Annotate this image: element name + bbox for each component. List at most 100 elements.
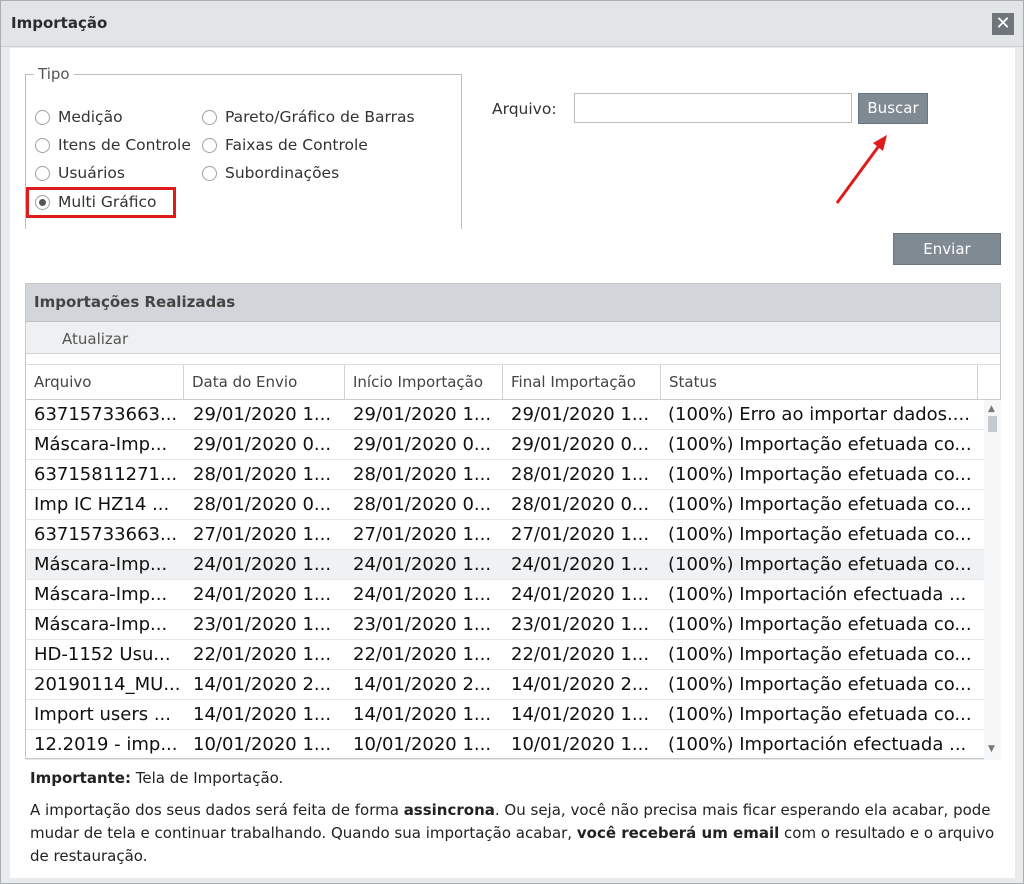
footer-info: Importante: Tela de Importação. A import… bbox=[30, 767, 1005, 868]
table-cell: 23/01/2020 1... bbox=[353, 614, 492, 635]
table-row[interactable]: 63715811271... 28/01/2020 1... 28/01/2020 … bbox=[26, 460, 984, 490]
col-status[interactable]: Status bbox=[661, 365, 978, 400]
table-cell: (100%) Importação efetuada co... bbox=[668, 434, 972, 455]
table-cell: 63715733663... bbox=[34, 404, 178, 425]
arquivo-input[interactable] bbox=[574, 93, 852, 123]
radio-faixas-controle[interactable]: Faixas de Controle bbox=[202, 136, 368, 154]
radio-icon bbox=[202, 109, 217, 125]
table-cell: 29/01/2020 0... bbox=[511, 434, 650, 455]
table-cell: 22/01/2020 1... bbox=[353, 644, 492, 665]
table-cell: 22/01/2020 1... bbox=[511, 644, 650, 665]
table-cell: 22/01/2020 1... bbox=[193, 644, 332, 665]
radio-label: Medição bbox=[58, 108, 123, 126]
radio-label: Itens de Controle bbox=[58, 136, 191, 154]
table-row[interactable]: 20190114_MU... 14/01/2020 2... 14/01/2020 … bbox=[26, 670, 984, 700]
table-cell: 14/01/2020 1... bbox=[193, 704, 332, 725]
arquivo-label: Arquivo: bbox=[492, 100, 557, 118]
col-arquivo[interactable]: Arquivo bbox=[26, 365, 184, 400]
explanation-bold: assincrona bbox=[403, 801, 495, 819]
table-cell: 23/01/2020 1... bbox=[193, 614, 332, 635]
important-note: Importante: Tela de Importação. bbox=[30, 767, 1005, 790]
table-cell: 10/01/2020 1... bbox=[353, 734, 492, 755]
table-cell: (100%) Importação efetuada co... bbox=[668, 674, 972, 695]
col-inicio-importacao[interactable]: Início Importação bbox=[345, 365, 503, 400]
table-cell: 63715811271... bbox=[34, 464, 178, 485]
radio-label: Usuários bbox=[58, 164, 125, 182]
table-cell: Máscara-Imp... bbox=[34, 554, 168, 575]
table-row[interactable]: Máscara-Imp... 29/01/2020 0... 29/01/2020 … bbox=[26, 430, 984, 460]
table-cell: Imp IC HZ14 ... bbox=[34, 494, 170, 515]
table-cell: 27/01/2020 1... bbox=[193, 524, 332, 545]
table-row[interactable]: Imp IC HZ14 ... 28/01/2020 0... 28/01/2020… bbox=[26, 490, 984, 520]
scroll-thumb[interactable] bbox=[988, 416, 997, 432]
table-cell: 24/01/2020 1... bbox=[511, 584, 650, 605]
table-cell: (100%) Importação efetuada co... bbox=[668, 494, 972, 515]
radio-usuarios[interactable]: Usuários bbox=[35, 164, 125, 182]
table-cell: 12.2019 - imp... bbox=[34, 734, 178, 755]
table-cell: 24/01/2020 1... bbox=[193, 584, 332, 605]
table-body: 63715733663... 29/01/2020 1... 29/01/2020 … bbox=[26, 400, 984, 760]
table-cell: 14/01/2020 1... bbox=[353, 704, 492, 725]
table-cell: (100%) Importação efetuada co... bbox=[668, 524, 972, 545]
note-text: Tela de Importação. bbox=[130, 769, 284, 787]
col-data-envio[interactable]: Data do Envio bbox=[184, 365, 345, 400]
selection-highlight bbox=[26, 187, 176, 218]
radio-label: Subordinações bbox=[225, 164, 340, 182]
radio-icon bbox=[202, 137, 217, 153]
table-cell: (100%) Importação efetuada co... bbox=[668, 614, 972, 635]
table-cell: 10/01/2020 1... bbox=[511, 734, 650, 755]
table-cell: 29/01/2020 0... bbox=[193, 434, 332, 455]
col-final-importacao[interactable]: Final Importação bbox=[503, 365, 661, 400]
explanation-text: A importação dos seus dados será feita d… bbox=[30, 801, 404, 819]
table-cell: 28/01/2020 1... bbox=[193, 464, 332, 485]
radio-pareto[interactable]: Pareto/Gráfico de Barras bbox=[202, 108, 415, 126]
panel-title: Importações Realizadas bbox=[26, 284, 1000, 322]
table-row[interactable]: Máscara-Imp... 24/01/2020 1... 24/01/2020 … bbox=[26, 580, 984, 610]
table-cell: 14/01/2020 2... bbox=[511, 674, 650, 695]
title-bar: Importação ✕ bbox=[1, 1, 1023, 47]
table-cell: 28/01/2020 0... bbox=[353, 494, 492, 515]
table-row[interactable]: 63715733663... 29/01/2020 1... 29/01/2020 … bbox=[26, 400, 984, 430]
note-bold: Importante: bbox=[30, 769, 131, 787]
table-row[interactable]: 12.2019 - imp... 10/01/2020 1... 10/01/202… bbox=[26, 730, 984, 760]
table-cell: (100%) Importación efectuada ... bbox=[668, 734, 967, 755]
radio-itens-controle[interactable]: Itens de Controle bbox=[35, 136, 191, 154]
table-cell: 24/01/2020 1... bbox=[193, 554, 332, 575]
table-cell: 14/01/2020 2... bbox=[353, 674, 492, 695]
table-row[interactable]: 63715733663... 27/01/2020 1... 27/01/2020 … bbox=[26, 520, 984, 550]
table-cell: (100%) Erro ao importar dados.... bbox=[668, 404, 970, 425]
buscar-button[interactable]: Buscar bbox=[858, 93, 928, 124]
red-arrow-annotation bbox=[835, 135, 887, 204]
scroll-down-icon[interactable]: ▼ bbox=[988, 744, 995, 754]
table-cell: 28/01/2020 1... bbox=[353, 464, 492, 485]
table-cell: (100%) Importação efetuada co... bbox=[668, 644, 972, 665]
close-icon[interactable]: ✕ bbox=[992, 13, 1014, 35]
atualizar-button[interactable]: Atualizar bbox=[62, 330, 128, 348]
table-cell: 24/01/2020 1... bbox=[353, 554, 492, 575]
explanation-bold: você receberá um email bbox=[576, 824, 780, 842]
table-row[interactable]: Import users ... 14/01/2020 1... 14/01/202… bbox=[26, 700, 984, 730]
table-cell: 28/01/2020 0... bbox=[193, 494, 332, 515]
table-cell: 29/01/2020 0... bbox=[353, 434, 492, 455]
table-cell: Import users ... bbox=[34, 704, 171, 725]
table-row[interactable]: Máscara-Imp... 23/01/2020 1... 23/01/2020 … bbox=[26, 610, 984, 640]
radio-label: Faixas de Controle bbox=[225, 136, 368, 154]
table-cell: 27/01/2020 1... bbox=[353, 524, 492, 545]
table-cell: (100%) Importação efetuada co... bbox=[668, 554, 972, 575]
table-cell: 28/01/2020 0... bbox=[511, 494, 650, 515]
table-cell: 29/01/2020 1... bbox=[511, 404, 650, 425]
table-row[interactable]: Máscara-Imp... 24/01/2020 1... 24/01/2020 … bbox=[26, 550, 984, 580]
radio-label: Pareto/Gráfico de Barras bbox=[225, 108, 415, 126]
table-scrollbar[interactable]: ▲ ▼ bbox=[984, 400, 1001, 760]
table-row[interactable]: HD-1152 Usu... 22/01/2020 1... 22/01/2020 … bbox=[26, 640, 984, 670]
radio-medicao[interactable]: Medição bbox=[35, 108, 123, 126]
radio-subordinacoes[interactable]: Subordinações bbox=[202, 164, 339, 182]
table-cell: 28/01/2020 1... bbox=[511, 464, 650, 485]
table-cell: (100%) Importação efetuada co... bbox=[668, 464, 972, 485]
tipo-legend: Tipo bbox=[38, 65, 70, 83]
scroll-up-icon[interactable]: ▲ bbox=[988, 404, 995, 414]
enviar-button[interactable]: Enviar bbox=[893, 233, 1001, 265]
table-header: Arquivo Data do Envio Início Importação … bbox=[26, 364, 1000, 400]
table-cell: (100%) Importação efetuada co... bbox=[668, 704, 972, 725]
table-cell: 29/01/2020 1... bbox=[353, 404, 492, 425]
